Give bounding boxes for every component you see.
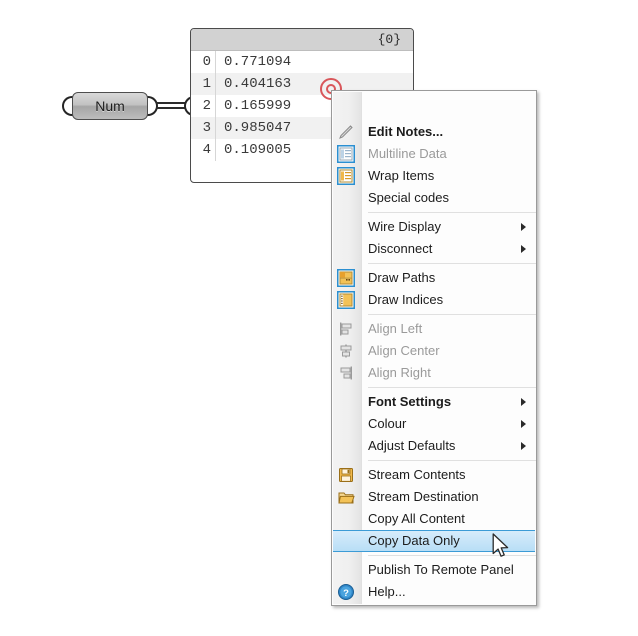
menu-item-wire-display[interactable]: Wire Display [332,216,536,238]
menu-item-copy-data-only[interactable]: Copy Data Only [333,530,535,552]
menu-item-wrap-items[interactable]: Wrap Items [332,165,536,187]
context-menu[interactable]: Edit Notes... Multiline Data Wrap Items Spe… [331,90,537,606]
align-left-icon [337,320,355,338]
draw-paths-icon [336,268,356,288]
menu-item-label: Align Left [368,321,423,336]
panel-index-gutter [215,73,216,161]
menu-item-adjust-defaults[interactable]: Adjust Defaults [332,435,536,457]
panel-row-index: 1 [202,76,211,92]
menu-item-label: Draw Paths [368,270,436,285]
align-center-icon [337,342,355,360]
menu-separator [368,212,536,213]
wrap-items-icon [336,166,356,186]
submenu-arrow-icon [521,420,526,428]
panel-row-index: 4 [202,142,211,158]
save-icon [337,466,355,484]
menu-item-label: Stream Contents [368,467,466,482]
menu-item-label: Copy All Content [368,511,465,526]
menu-item-label: Align Center [368,343,440,358]
menu-groups: Edit Notes... Multiline Data Wrap Items Spe… [332,121,536,603]
menu-item-align-left: Align Left [332,318,536,340]
menu-item-draw-indices[interactable]: Draw Indices [332,289,536,311]
menu-item-label: Multiline Data [368,146,447,161]
menu-item-special-codes[interactable]: Special codes [332,187,536,209]
submenu-arrow-icon [521,398,526,406]
menu-item-font-settings[interactable]: Font Settings [332,391,536,413]
menu-item-label: Colour [368,416,407,431]
menu-item-align-center: Align Center [332,340,536,362]
draw-indices-icon [336,290,356,310]
panel-row[interactable]: 0 0.771094 [191,51,413,73]
menu-item-help[interactable]: ? Help... [332,581,536,603]
menu-separator [368,387,536,388]
menu-item-label: Stream Destination [368,489,479,504]
menu-item-stream-contents[interactable]: Stream Contents [332,464,536,486]
menu-item-label: Disconnect [368,241,433,256]
menu-item-copy-all-content[interactable]: Copy All Content [332,508,536,530]
submenu-arrow-icon [521,442,526,450]
menu-item-label: Wrap Items [368,168,435,183]
menu-separator [368,263,536,264]
multiline-data-icon [336,144,356,164]
panel-row-value: 0.771094 [215,51,413,73]
menu-item-label: Help... [368,584,406,599]
menu-item-stream-destination[interactable]: Stream Destination [332,486,536,508]
num-component[interactable]: Num [62,92,158,120]
panel-row-index: 2 [202,98,211,114]
pencil-icon [337,123,355,141]
menu-separator [368,460,536,461]
menu-separator [368,555,536,556]
menu-item-edit-notes[interactable]: Edit Notes... [332,121,536,143]
submenu-arrow-icon [521,223,526,231]
menu-item-multiline-data: Multiline Data [332,143,536,165]
menu-item-publish-to-remote-panel[interactable]: Publish To Remote Panel [332,559,536,581]
menu-item-label: Special codes [368,190,449,205]
panel-path-label: {0} [377,32,401,47]
menu-item-label: Adjust Defaults [368,438,456,453]
align-right-icon [337,364,355,382]
panel-path-header: {0} [191,29,413,51]
svg-text:?: ? [343,588,349,599]
help-icon: ? [337,583,355,601]
menu-item-label: Edit Notes... [368,124,444,139]
menu-item-label: Wire Display [368,219,441,234]
menu-item-align-right: Align Right [332,362,536,384]
submenu-arrow-icon [521,245,526,253]
menu-item-disconnect[interactable]: Disconnect [332,238,536,260]
menu-item-label: Align Right [368,365,431,380]
folder-icon [337,488,355,506]
menu-item-label: Copy Data Only [368,533,460,548]
panel-row-index: 3 [202,120,211,136]
panel-row-index: 0 [202,54,211,70]
menu-item-label: Font Settings [368,394,452,409]
menu-item-colour[interactable]: Colour [332,413,536,435]
menu-item-draw-paths[interactable]: Draw Paths [332,267,536,289]
component-label[interactable]: Num [72,92,148,120]
menu-header-spacer [332,91,536,121]
menu-item-label: Draw Indices [368,292,444,307]
menu-item-label: Publish To Remote Panel [368,562,514,577]
menu-separator [368,314,536,315]
